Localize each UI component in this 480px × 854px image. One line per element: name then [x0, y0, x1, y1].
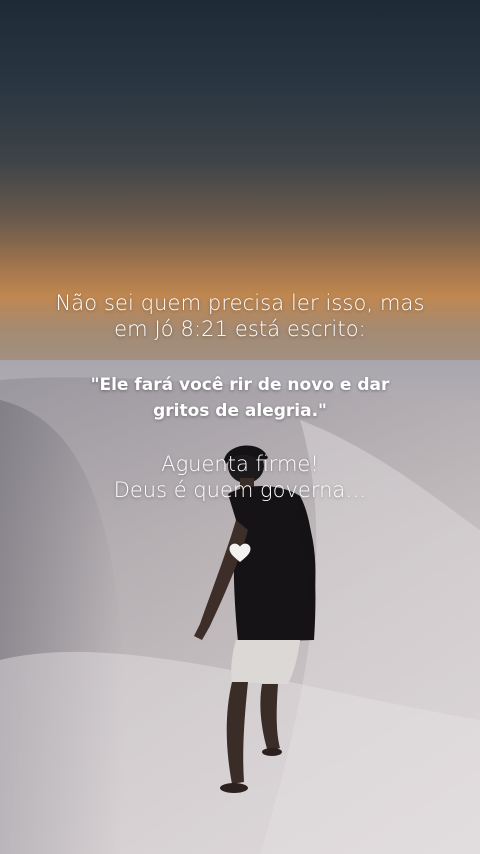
- background-photo: [0, 0, 480, 854]
- bible-quote: "Ele fará você rir de novo e dar gritos …: [0, 372, 480, 424]
- encouragement-text: Aguenta firme! Deus é quem governa…: [0, 451, 480, 503]
- intro-line-1: Não sei quem precisa ler isso, mas: [55, 291, 425, 315]
- quote-line-2: gritos de alegria.": [153, 401, 327, 421]
- white-heart-icon: [229, 543, 251, 562]
- intro-line-2: em Jó 8:21 está escrito:: [114, 317, 366, 341]
- intro-text: Não sei quem precisa ler isso, mas em Jó…: [0, 290, 480, 342]
- encourage-line-1: Aguenta firme!: [161, 452, 319, 476]
- person-silhouette: [194, 445, 316, 793]
- encourage-line-2: Deus é quem governa…: [113, 478, 367, 502]
- quote-line-1: "Ele fará você rir de novo e dar: [90, 375, 390, 395]
